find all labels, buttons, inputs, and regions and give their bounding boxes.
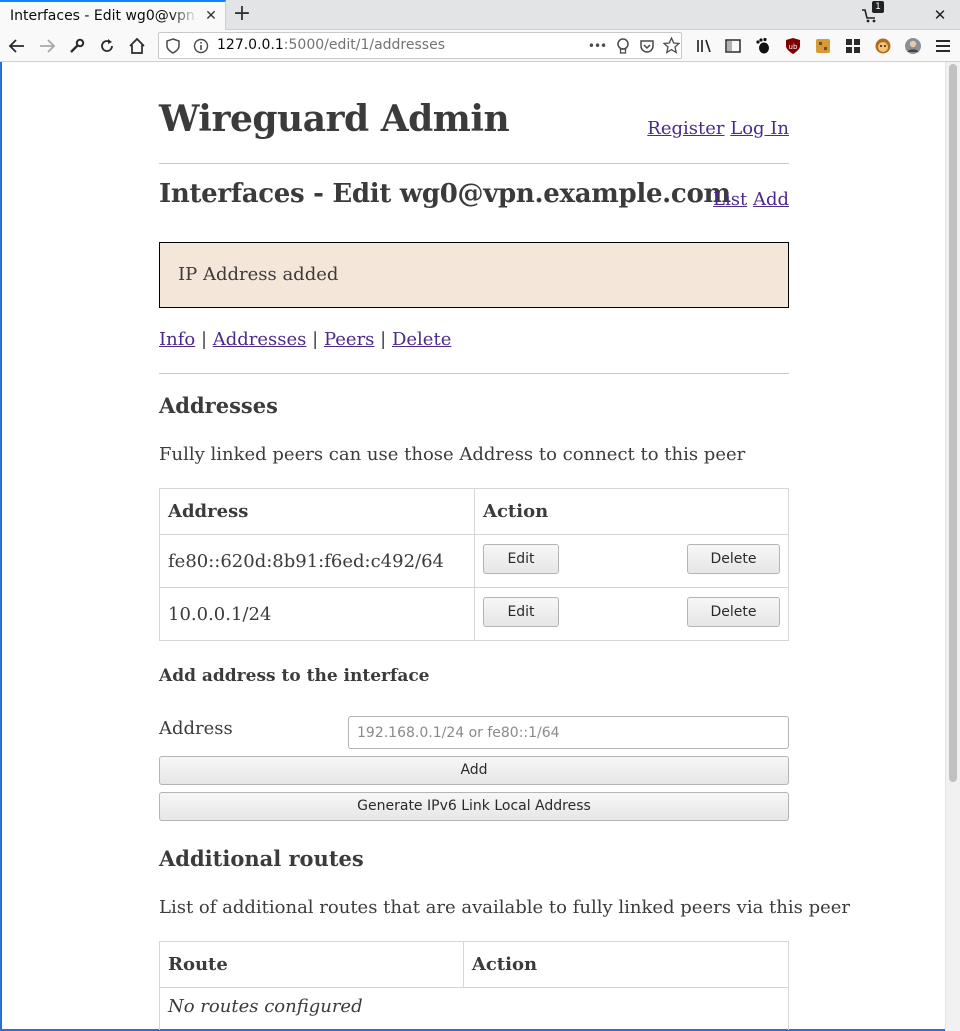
- active-tab[interactable]: Interfaces - Edit wg0@vpn.example.com ✕: [0, 0, 226, 30]
- generate-ipv6-button[interactable]: Generate IPv6 Link Local Address: [159, 792, 789, 821]
- apps-grid-icon[interactable]: [841, 34, 865, 58]
- address-input[interactable]: [348, 716, 789, 749]
- action-cell: Edit Delete: [474, 587, 789, 641]
- bookmark-star-icon[interactable]: [661, 36, 681, 56]
- subnav-delete-link[interactable]: Delete: [392, 329, 451, 350]
- pocket-icon[interactable]: [637, 36, 657, 56]
- tab-strip: Interfaces - Edit wg0@vpn.example.com ✕ …: [0, 0, 960, 30]
- address-field-label: Address: [159, 718, 233, 739]
- tab-title: Interfaces - Edit wg0@vpn.example.com: [10, 8, 198, 24]
- url-text[interactable]: 127.0.0.1:5000/edit/1/addresses: [217, 37, 445, 53]
- column-header-action: Action: [474, 488, 789, 535]
- page-actions: List Add: [713, 189, 789, 210]
- flash-message-text: IP Address added: [178, 264, 339, 285]
- table-row: No routes configured: [159, 987, 789, 1030]
- subnav-info-link[interactable]: Info: [159, 329, 195, 350]
- delete-address-button[interactable]: Delete: [687, 597, 780, 627]
- subnav-separator: |: [200, 329, 208, 350]
- page-title: Interfaces - Edit wg0@vpn.example.com: [159, 179, 731, 209]
- new-tab-button[interactable]: +: [231, 3, 253, 27]
- lightbulb-icon[interactable]: [613, 36, 633, 56]
- page-actions-icon[interactable]: •••: [587, 36, 607, 56]
- subnav-addresses-link[interactable]: Addresses: [213, 329, 307, 350]
- column-header-action: Action: [462, 941, 790, 988]
- scrollbar-thumb[interactable]: [949, 64, 957, 782]
- add-address-button[interactable]: Add: [159, 756, 789, 785]
- header-divider: [159, 163, 789, 164]
- extension-badge: 1: [872, 1, 884, 13]
- url-bar[interactable]: 127.0.0.1:5000/edit/1/addresses •••: [158, 32, 682, 59]
- forward-arrow-icon[interactable]: [35, 34, 59, 58]
- shield-icon[interactable]: [163, 36, 183, 56]
- extension-cart-icon[interactable]: 1: [860, 1, 884, 24]
- gnome-foot-icon[interactable]: [751, 34, 775, 58]
- login-link[interactable]: Log In: [730, 118, 789, 139]
- action-cell: Edit Delete: [474, 534, 789, 588]
- empty-routes-message: No routes configured: [159, 987, 789, 1030]
- flash-message: IP Address added: [159, 242, 789, 308]
- info-icon[interactable]: [191, 36, 211, 56]
- auth-links: Register Log In: [647, 118, 789, 139]
- account-avatar-icon[interactable]: [901, 34, 925, 58]
- add-address-heading: Add address to the interface: [159, 666, 430, 686]
- back-arrow-icon[interactable]: [5, 34, 29, 58]
- site-title: Wireguard Admin: [159, 98, 510, 140]
- wrench-icon[interactable]: [65, 34, 89, 58]
- subnav-separator: |: [380, 329, 387, 350]
- address-cell: fe80::620d:8b91:f6ed:c492/64: [159, 534, 475, 588]
- url-host: 127.0.0.1: [217, 37, 284, 53]
- subnav-separator: |: [312, 329, 319, 350]
- subnav-peers-link[interactable]: Peers: [324, 329, 374, 350]
- cookie-extension-icon[interactable]: [811, 34, 835, 58]
- addresses-description: Fully linked peers can use those Address…: [159, 444, 746, 465]
- svg-text:ub: ub: [789, 43, 798, 51]
- home-icon[interactable]: [125, 34, 149, 58]
- table-header-row: Route Action: [159, 941, 790, 988]
- addresses-table: Address Action fe80::620d:8b91:f6ed:c492…: [159, 488, 789, 641]
- routes-table: Route Action No routes configured: [159, 941, 790, 1030]
- sidebar-icon[interactable]: [721, 34, 745, 58]
- tab-close-icon[interactable]: ✕: [202, 6, 220, 26]
- addresses-heading: Addresses: [159, 393, 278, 418]
- url-path: :5000/edit/1/addresses: [283, 37, 445, 53]
- table-row: 10.0.0.1/24 Edit Delete: [159, 587, 789, 641]
- window-close-icon[interactable]: ✕: [930, 4, 950, 26]
- edit-address-button[interactable]: Edit: [483, 597, 559, 627]
- routes-description: List of additional routes that are avail…: [159, 897, 851, 918]
- address-cell: 10.0.0.1/24: [159, 587, 475, 641]
- delete-address-button[interactable]: Delete: [687, 544, 780, 574]
- list-link[interactable]: List: [713, 189, 747, 210]
- register-link[interactable]: Register: [647, 118, 724, 139]
- navigation-toolbar: 127.0.0.1:5000/edit/1/addresses ••• ub: [0, 30, 960, 62]
- vertical-scrollbar[interactable]: [945, 62, 960, 1031]
- library-icon[interactable]: [692, 34, 716, 58]
- column-header-route: Route: [159, 941, 464, 988]
- routes-heading: Additional routes: [159, 846, 364, 871]
- column-header-address: Address: [159, 488, 475, 535]
- hamburger-menu-icon[interactable]: [931, 34, 955, 58]
- edit-address-button[interactable]: Edit: [483, 544, 559, 574]
- ublock-icon[interactable]: ub: [781, 34, 805, 58]
- monkey-extension-icon[interactable]: [871, 34, 895, 58]
- subnav-divider: [159, 373, 789, 374]
- reload-icon[interactable]: [95, 34, 119, 58]
- table-header-row: Address Action: [159, 488, 789, 535]
- add-link[interactable]: Add: [753, 189, 789, 210]
- interface-subnav: Info | Addresses | Peers | Delete: [159, 329, 451, 350]
- table-row: fe80::620d:8b91:f6ed:c492/64 Edit Delete: [159, 534, 789, 588]
